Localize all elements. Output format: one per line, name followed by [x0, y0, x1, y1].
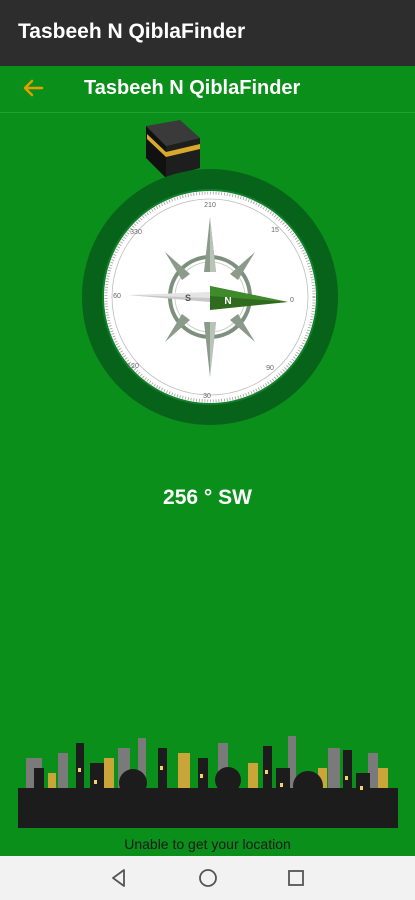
status-bar-title: Tasbeeh N QiblaFinder	[18, 20, 246, 43]
app-title: Tasbeeh N QiblaFinder	[84, 77, 301, 99]
tick-label: 120	[127, 363, 139, 370]
location-error-message: Unable to get your location	[124, 836, 291, 852]
tick-label: 30	[203, 393, 211, 400]
needle-label-south: S	[185, 293, 191, 303]
circle-home-icon[interactable]	[196, 866, 220, 890]
status-bar: Tasbeeh N QiblaFinder	[0, 0, 415, 66]
tick-label: 330	[130, 229, 142, 236]
square-recents-icon[interactable]	[284, 866, 308, 890]
system-nav-bar	[0, 856, 415, 900]
arrow-left-icon[interactable]	[20, 74, 48, 102]
tick-label: 15	[271, 227, 279, 234]
qibla-compass: 210 15 0 90 30 120 60 330 S N	[70, 112, 350, 432]
tick-label: 0	[290, 297, 294, 304]
qibla-heading: 256 ° SW	[163, 486, 252, 509]
tick-label: 210	[204, 202, 216, 209]
compass-graphic: 210 15 0 90 30 120 60 330 S N	[82, 120, 338, 425]
triangle-back-icon[interactable]	[107, 866, 131, 890]
mosque-skyline	[18, 736, 398, 828]
tick-label: 60	[113, 293, 121, 300]
needle-label-north: N	[224, 296, 231, 307]
app-bar: Tasbeeh N QiblaFinder	[0, 66, 415, 113]
tick-label: 90	[266, 365, 274, 372]
kaaba-icon	[146, 120, 200, 178]
